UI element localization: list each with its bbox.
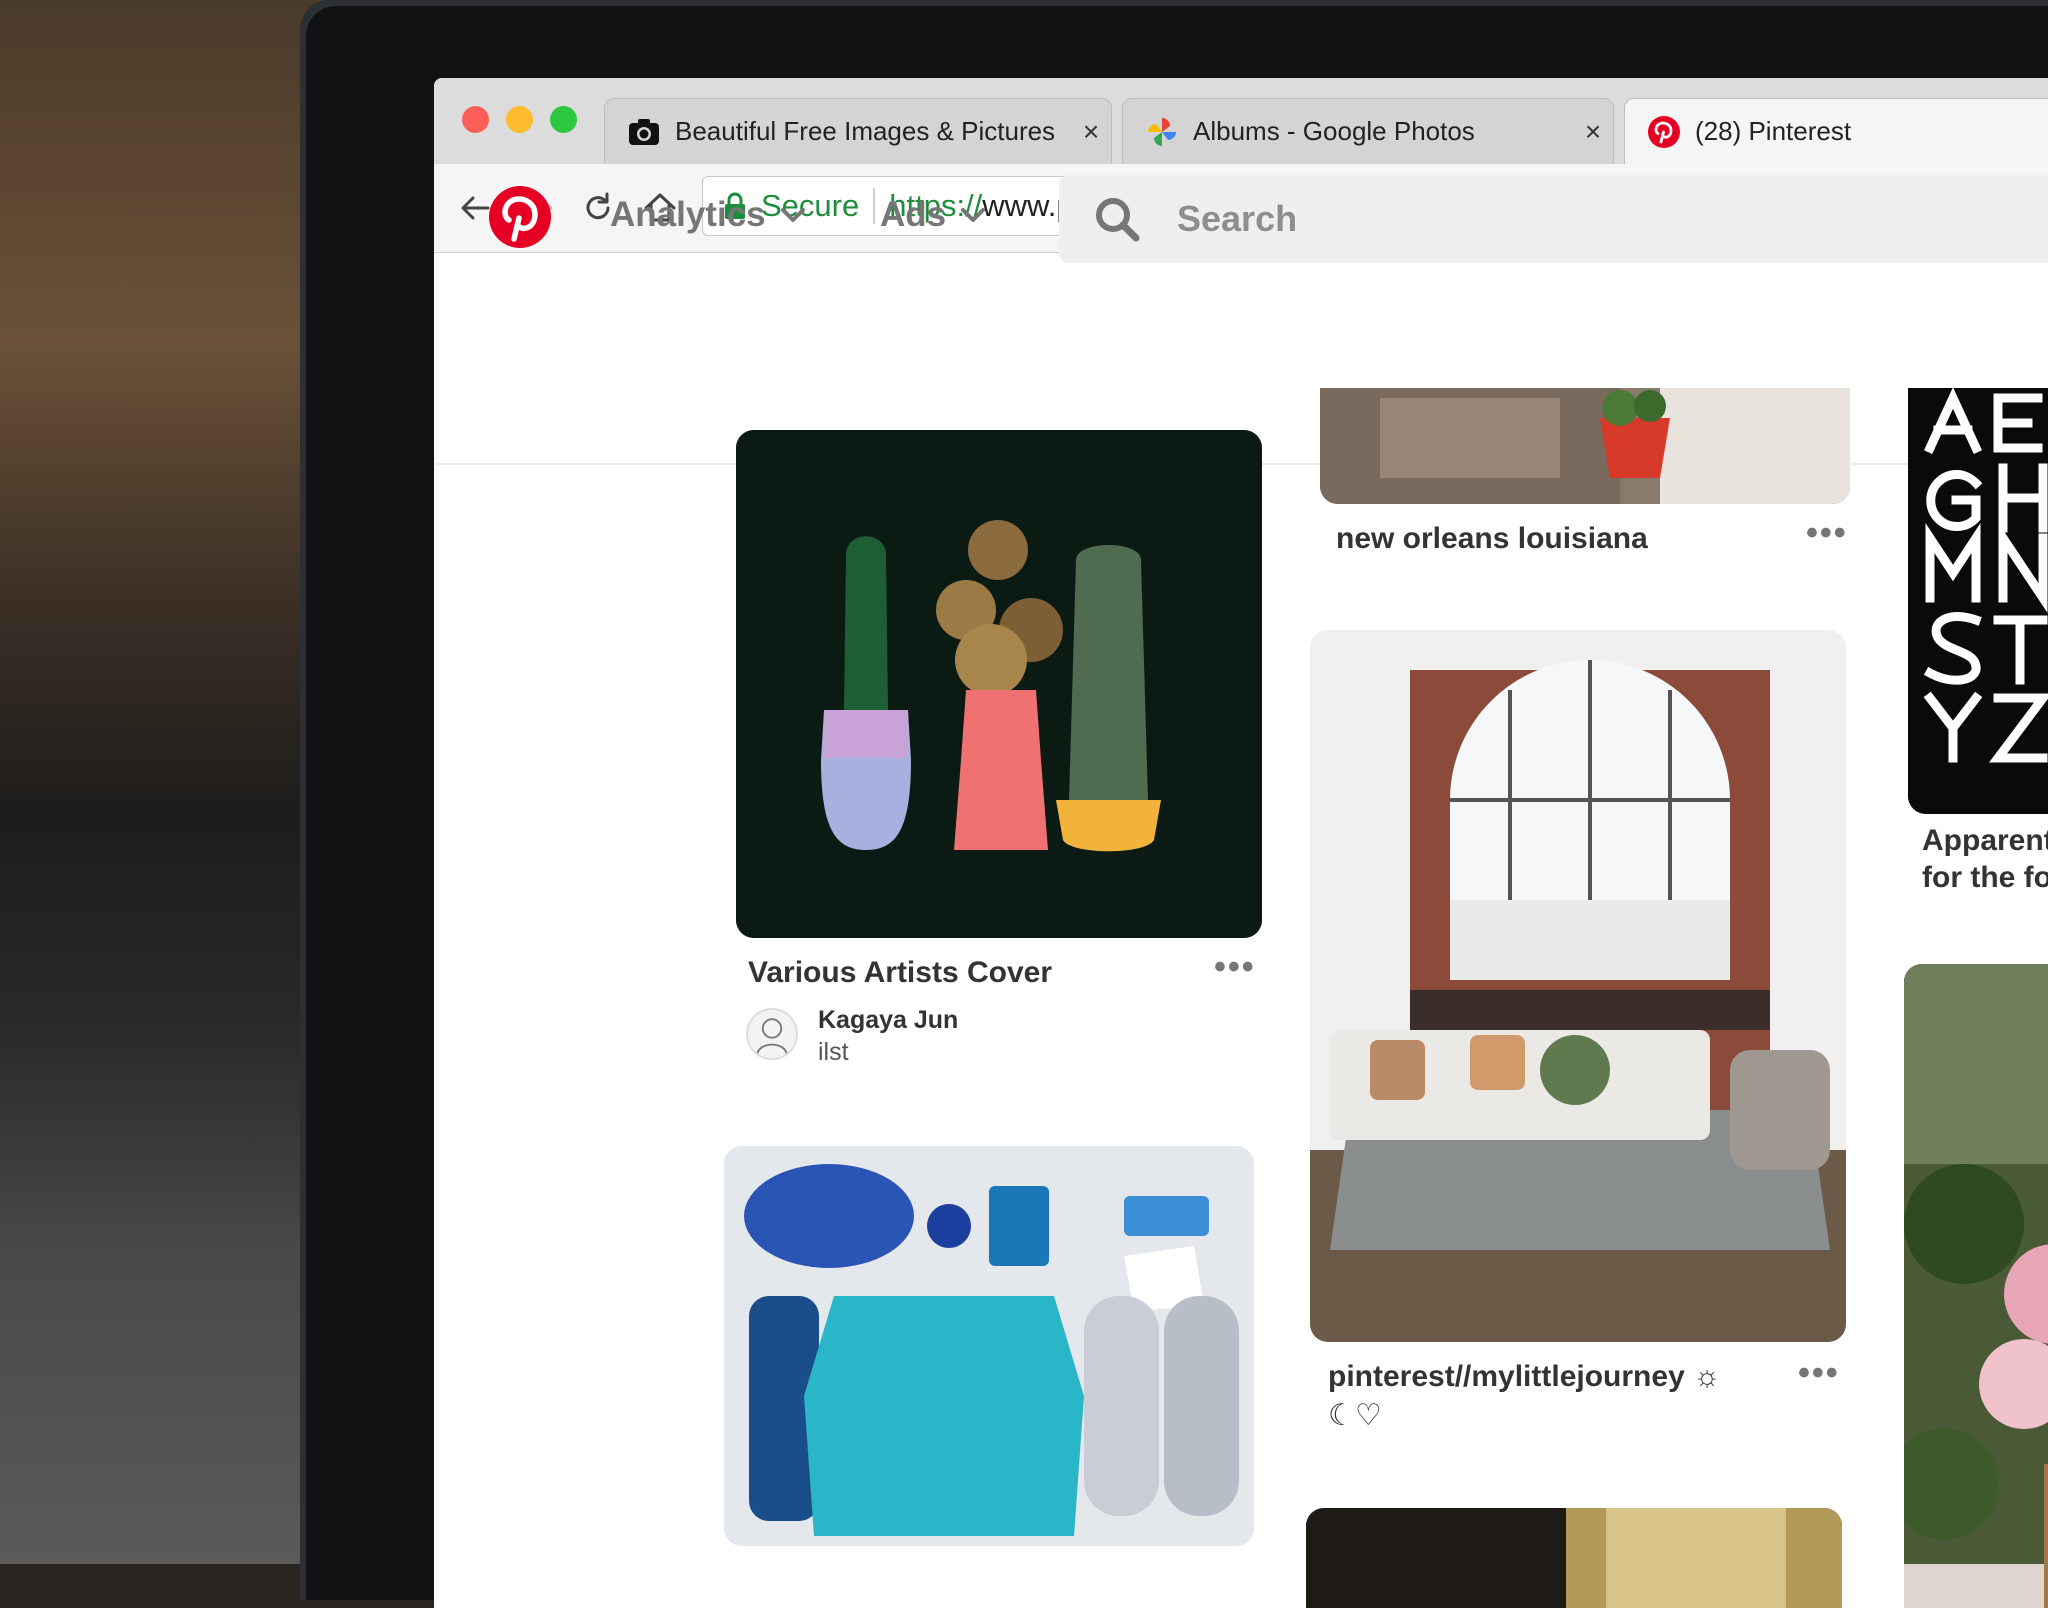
- loft-photo: [1310, 630, 1846, 1342]
- analytics-menu[interactable]: Analytics: [610, 195, 806, 235]
- ads-menu[interactable]: Ads: [880, 195, 986, 235]
- pin-title[interactable]: pinterest//mylittlejourney ☼: [1328, 1360, 1721, 1394]
- ads-menu-label: Ads: [880, 195, 947, 234]
- pin-image-loft-living-room[interactable]: [1310, 630, 1846, 1342]
- pin-image-new-orleans[interactable]: [1320, 388, 1850, 504]
- flatlay-photo: [724, 1146, 1254, 1546]
- chevron-down-icon: [780, 208, 805, 222]
- pin-image-flatlay[interactable]: [724, 1146, 1254, 1546]
- typography-poster: [1908, 388, 2048, 814]
- omnibox-divider: [873, 188, 876, 224]
- pin-title[interactable]: new orleans louisiana: [1336, 522, 1648, 556]
- pin-image-dark[interactable]: [1306, 1508, 1842, 1608]
- search-bar[interactable]: [1059, 175, 2048, 263]
- new-orleans-photo: [1320, 388, 1850, 504]
- analytics-menu-label: Analytics: [610, 195, 766, 234]
- search-icon: [1096, 198, 1140, 242]
- close-window-button[interactable]: [462, 106, 489, 133]
- minimize-window-button[interactable]: [506, 106, 533, 133]
- pin-subtitle: ☾♡: [1328, 1399, 1382, 1432]
- tab-close-button[interactable]: ×: [1573, 116, 1613, 148]
- tab-close-button[interactable]: ×: [1071, 116, 1111, 148]
- pinterest-icon: [1648, 115, 1680, 148]
- dark-photo: [1306, 1508, 1842, 1608]
- avatar-sketch: [756, 1018, 788, 1055]
- tab-google-photos[interactable]: Albums - Google Photos ×: [1122, 98, 1614, 164]
- pinterest-logo-icon[interactable]: [488, 185, 552, 249]
- pin-title[interactable]: Apparently for the fo: [1922, 822, 2048, 896]
- maximize-window-button[interactable]: [550, 106, 577, 133]
- tab-strip: Beautiful Free Images & Pictures × Album…: [434, 78, 2048, 165]
- google-photos-icon: [1148, 117, 1176, 146]
- tab-title: Albums - Google Photos: [1193, 116, 1475, 146]
- more-options-icon[interactable]: •••: [1214, 948, 1256, 987]
- tab-title: (28) Pinterest: [1695, 116, 1852, 146]
- tab-unsplash[interactable]: Beautiful Free Images & Pictures ×: [604, 98, 1112, 164]
- tab-title: Beautiful Free Images & Pictures: [675, 116, 1056, 146]
- more-options-icon[interactable]: •••: [1806, 514, 1848, 553]
- tab-pinterest[interactable]: (28) Pinterest: [1624, 98, 2048, 164]
- camera-icon: [629, 118, 659, 145]
- pin-image-cactus-illustration[interactable]: [736, 430, 1262, 938]
- pin-image-garden[interactable]: [1904, 964, 2048, 1608]
- more-options-icon[interactable]: •••: [1798, 1354, 1840, 1393]
- pin-image-typography[interactable]: [1908, 388, 2048, 814]
- garden-photo: [1904, 964, 2048, 1608]
- pinner-board[interactable]: ilst: [818, 1038, 849, 1067]
- pinner-name[interactable]: Kagaya Jun: [818, 1006, 958, 1035]
- search-input[interactable]: [1175, 197, 1879, 241]
- avatar[interactable]: [746, 1008, 798, 1060]
- pin-title[interactable]: Various Artists Cover: [748, 956, 1052, 990]
- browser-window: Beautiful Free Images & Pictures × Album…: [434, 78, 2048, 1608]
- cactus-illustration: [736, 430, 1262, 938]
- chevron-down-icon: [961, 208, 986, 222]
